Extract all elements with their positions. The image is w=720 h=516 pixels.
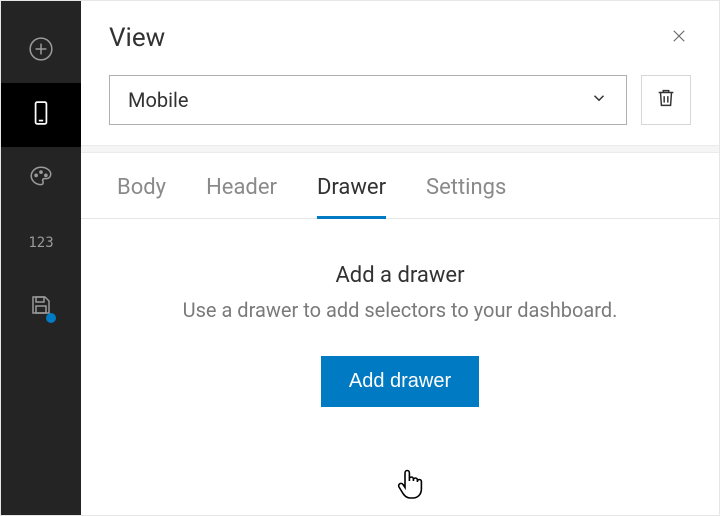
main-panel: View Mobile (81, 1, 719, 515)
panel-header: View (81, 1, 719, 75)
palette-icon (28, 164, 54, 194)
empty-state-description: Use a drawer to add selectors to your da… (183, 298, 618, 322)
close-icon (670, 27, 688, 49)
close-button[interactable] (667, 26, 691, 50)
tab-settings[interactable]: Settings (426, 175, 506, 218)
numbers-icon: 123 (28, 235, 53, 251)
tab-header[interactable]: Header (206, 175, 277, 218)
save-icon (29, 293, 53, 321)
panel-title: View (109, 23, 165, 53)
trash-icon (655, 87, 677, 113)
left-sidebar: 123 (1, 1, 81, 515)
section-divider (81, 145, 719, 153)
sidebar-item-add[interactable] (1, 19, 81, 83)
sidebar-item-numbers[interactable]: 123 (1, 211, 81, 275)
chevron-down-icon (590, 88, 608, 112)
view-select[interactable]: Mobile (109, 75, 627, 125)
tab-drawer[interactable]: Drawer (317, 175, 386, 219)
view-select-value: Mobile (128, 88, 188, 112)
drawer-empty-state: Add a drawer Use a drawer to add selecto… (81, 219, 719, 515)
add-drawer-button[interactable]: Add drawer (321, 356, 479, 407)
tab-body[interactable]: Body (117, 175, 166, 218)
sidebar-item-save[interactable] (1, 275, 81, 339)
app-frame: 123 View (0, 0, 720, 516)
empty-state-title: Add a drawer (335, 263, 464, 288)
sidebar-item-theme[interactable] (1, 147, 81, 211)
sidebar-item-mobile[interactable] (1, 83, 81, 147)
delete-view-button[interactable] (641, 75, 691, 125)
view-select-row: Mobile (81, 75, 719, 145)
plus-circle-icon (28, 36, 54, 66)
mobile-icon (28, 100, 54, 130)
tabs: Body Header Drawer Settings (81, 153, 719, 219)
